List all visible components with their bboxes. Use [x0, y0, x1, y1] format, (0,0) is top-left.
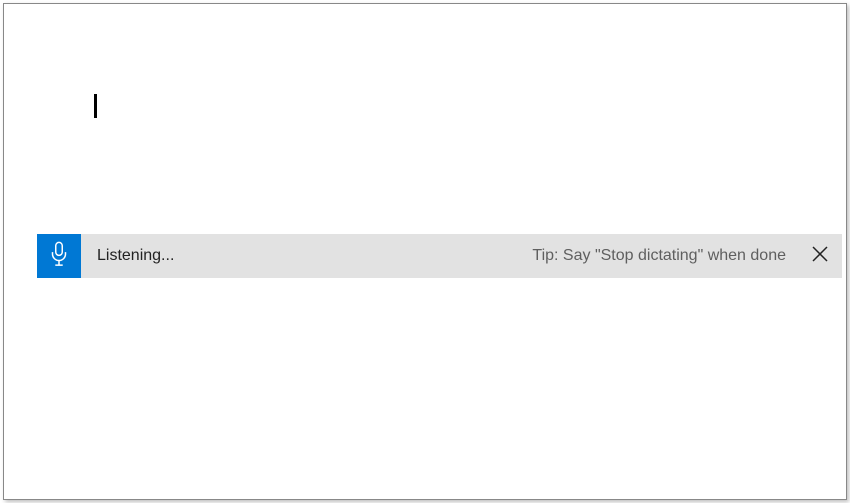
- close-icon: [812, 246, 828, 267]
- close-button[interactable]: [798, 234, 842, 278]
- window-frame: Listening... Tip: Say "Stop dictating" w…: [3, 3, 847, 500]
- dictation-bar: Listening... Tip: Say "Stop dictating" w…: [37, 234, 842, 278]
- dictation-status: Listening...: [97, 247, 174, 265]
- microphone-icon: [49, 241, 69, 272]
- dictation-tip: Tip: Say "Stop dictating" when done: [532, 247, 786, 265]
- text-cursor: [94, 94, 97, 118]
- microphone-button[interactable]: [37, 234, 81, 278]
